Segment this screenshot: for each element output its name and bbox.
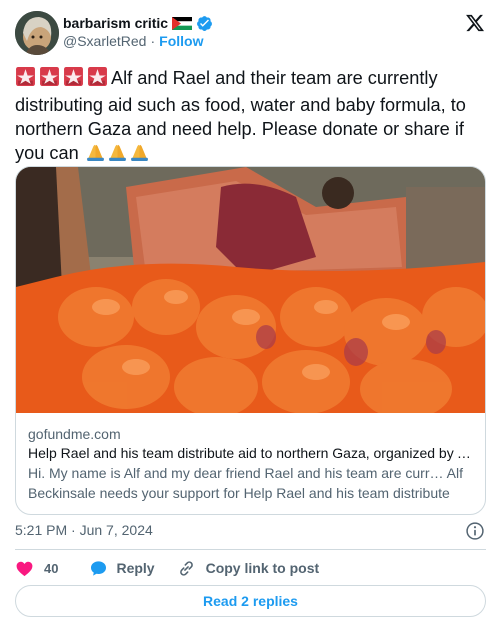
handle[interactable]: @SxarletRed <box>63 33 146 49</box>
tweet-header: barbarism critic @SxarletRed · Follow <box>15 11 487 55</box>
follow-button[interactable]: Follow <box>159 33 203 49</box>
avatar-image <box>15 11 59 55</box>
link-preview-meta: gofundme.com Help Rael and his team dist… <box>28 425 477 503</box>
police-light-icon <box>15 66 36 93</box>
folded-hands-icon <box>107 141 128 168</box>
info-icon[interactable] <box>465 521 485 541</box>
tweet-embed: barbarism critic @SxarletRed · Follow Al… <box>0 0 500 630</box>
name-row: barbarism critic <box>63 14 213 32</box>
separator: · <box>150 33 156 49</box>
timestamp-time[interactable]: 5:21 PM <box>15 522 67 538</box>
police-light-icon <box>63 66 84 93</box>
timestamp-date[interactable]: Jun 7, 2024 <box>80 522 153 538</box>
police-light-icon <box>87 66 108 93</box>
x-logo-icon[interactable] <box>465 13 485 33</box>
display-name[interactable]: barbarism critic <box>63 15 168 31</box>
link-preview-card[interactable]: gofundme.com Help Rael and his team dist… <box>15 166 486 515</box>
reply-button[interactable]: Reply <box>89 559 155 578</box>
like-button[interactable]: 40 <box>15 559 58 578</box>
divider <box>15 549 486 550</box>
police-light-icon <box>39 66 60 93</box>
copy-link-label: Copy link to post <box>205 560 320 576</box>
folded-hands-icon <box>129 141 150 168</box>
timestamp-separator: · <box>71 522 76 538</box>
read-replies-button[interactable]: Read 2 replies <box>15 585 486 617</box>
reply-label: Reply <box>116 560 155 576</box>
link-preview-image[interactable] <box>16 167 485 413</box>
palestine-flag-icon <box>172 16 193 30</box>
link-domain: gofundme.com <box>28 426 121 442</box>
heart-icon <box>15 559 34 578</box>
speech-bubble-icon <box>89 559 108 578</box>
verified-badge-icon <box>196 15 213 32</box>
link-title: Help Rael and his team distribute aid to… <box>28 445 477 461</box>
folded-hands-icon <box>85 141 106 168</box>
link-description: Hi. My name is Alf and my dear friend Ra… <box>28 465 463 501</box>
action-bar: 40 Reply Copy link to post <box>15 558 487 578</box>
tweet-text: Alf and Rael and their team are currentl… <box>15 66 487 168</box>
avatar[interactable] <box>15 11 59 55</box>
like-count: 40 <box>44 560 59 576</box>
copy-link-button[interactable]: Copy link to post <box>177 559 320 578</box>
handle-row: @SxarletRed · Follow <box>63 33 203 49</box>
link-icon <box>177 559 196 578</box>
timestamp-row: 5:21 PM · Jun 7, 2024 <box>15 522 487 540</box>
